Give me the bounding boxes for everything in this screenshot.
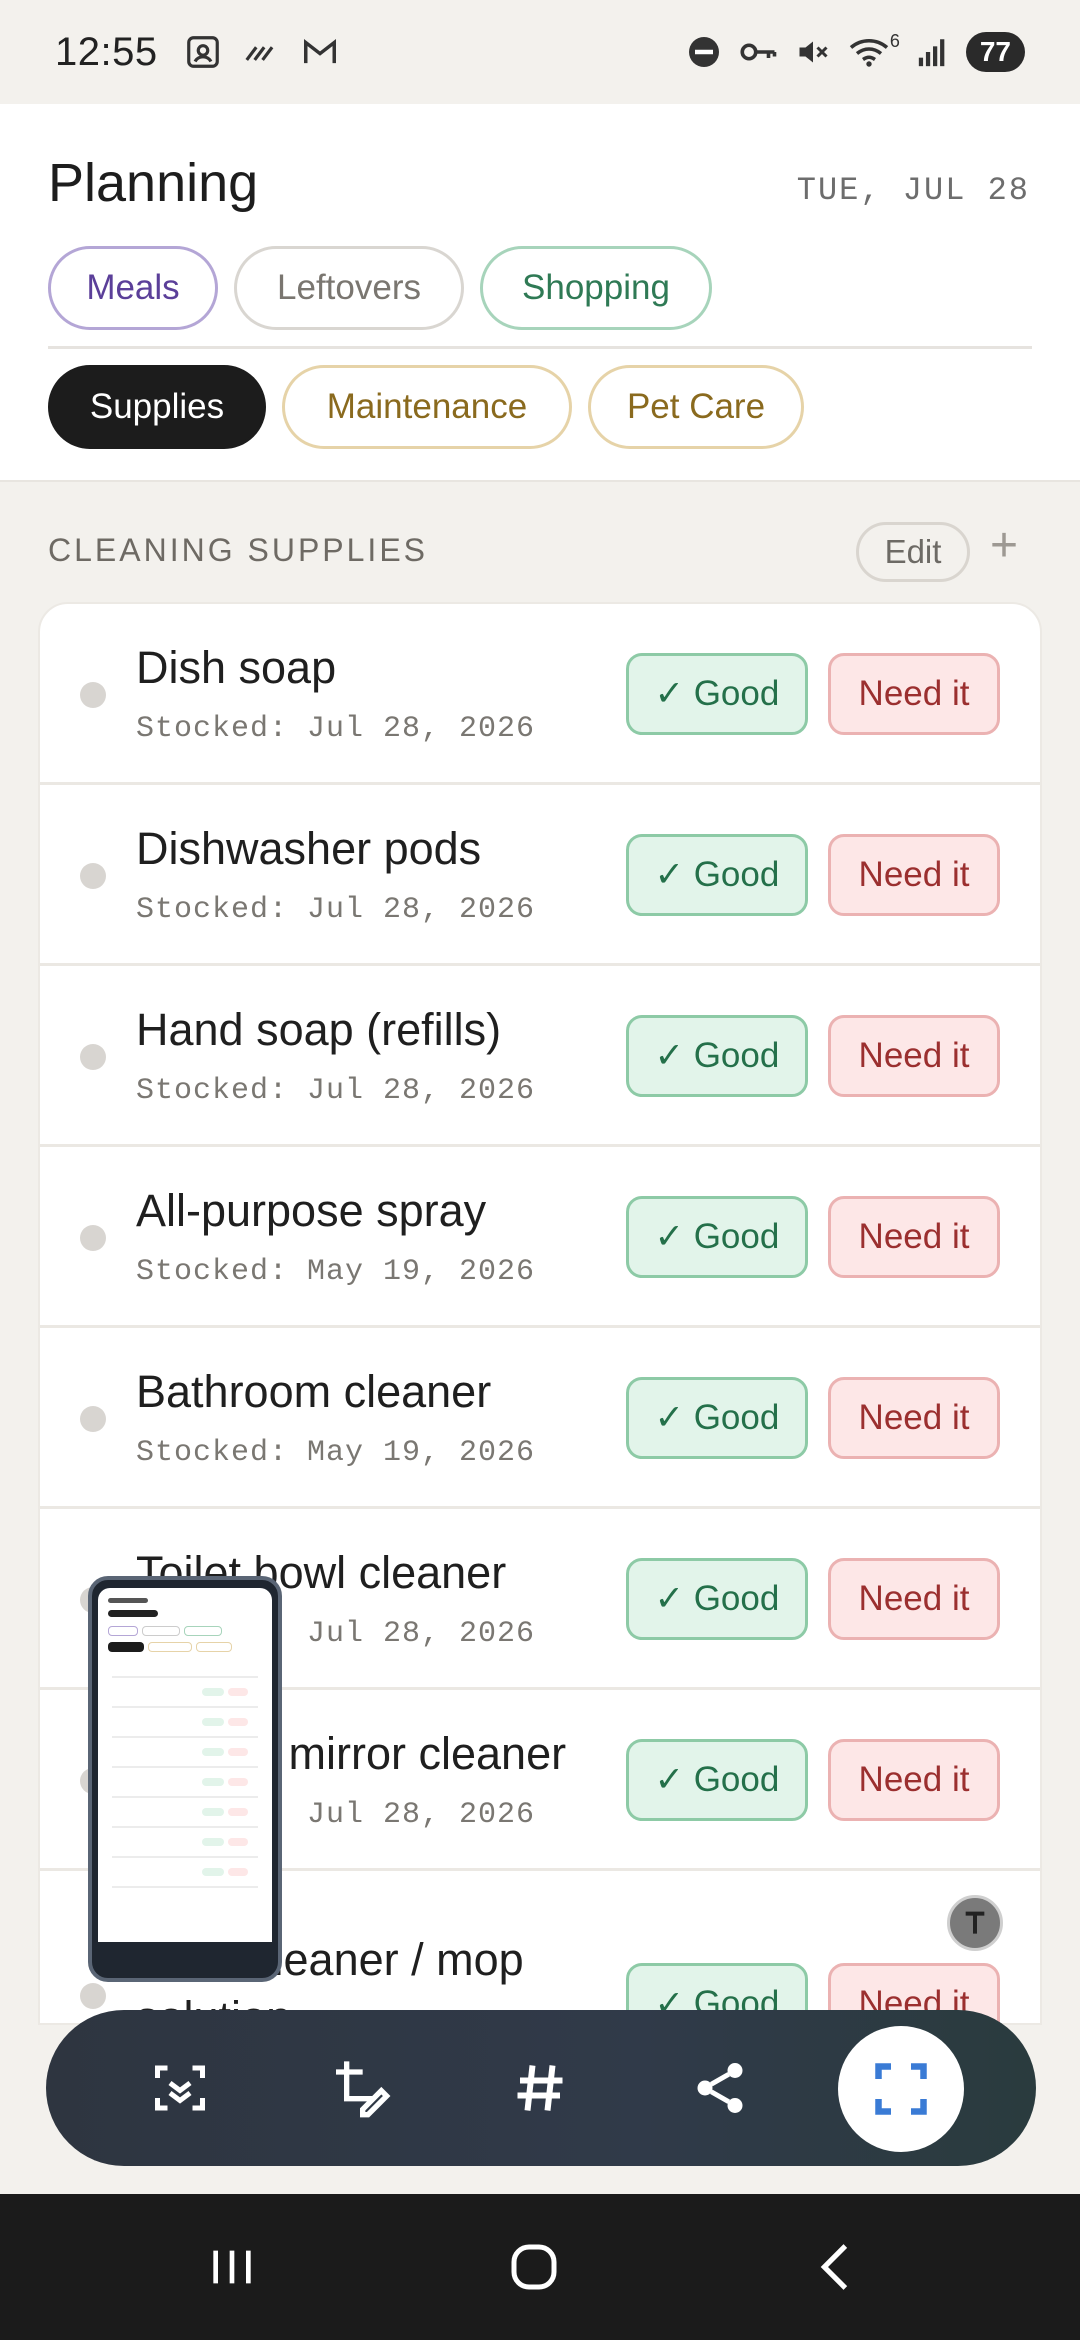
item-stocked-date: Stocked: May 19, 2026 (136, 1436, 536, 1470)
back-icon[interactable] (776, 2194, 896, 2340)
system-navigation-bar (0, 2194, 1080, 2340)
need-it-button[interactable]: Need it (828, 1196, 1000, 1278)
signal-slash-icon (242, 33, 280, 71)
item-stocked-date: Stocked: May 19, 2026 (136, 1255, 536, 1289)
need-it-button[interactable]: Need it (828, 1377, 1000, 1459)
list-item: All-purpose spray Stocked: May 19, 2026 … (40, 1147, 1040, 1328)
wifi-icon: 6 (848, 30, 900, 70)
item-stocked-date: Stocked: Jul 28, 2026 (136, 893, 536, 927)
thumbnail-preview (98, 1588, 272, 1972)
edit-button[interactable]: Edit (856, 522, 970, 582)
good-button[interactable]: ✓ Good (626, 653, 808, 735)
need-it-button[interactable]: Need it (828, 653, 1000, 735)
edit-screenshot-icon[interactable] (324, 2052, 396, 2124)
good-button[interactable]: ✓ Good (626, 1196, 808, 1278)
text-extract-button[interactable] (947, 1895, 1003, 1951)
gmail-icon (300, 33, 340, 71)
status-dot[interactable] (80, 1406, 106, 1432)
status-time: 12:55 (55, 29, 158, 74)
add-item-button[interactable]: + (990, 518, 1018, 573)
tab-divider (48, 346, 1032, 349)
status-dot[interactable] (80, 682, 106, 708)
item-name: Dish soap (136, 642, 337, 693)
need-it-button[interactable]: Need it (828, 1739, 1000, 1821)
vpn-key-icon (738, 34, 778, 70)
list-item: Dishwasher pods Stocked: Jul 28, 2026 ✓ … (40, 785, 1040, 966)
good-button[interactable]: ✓ Good (626, 1015, 808, 1097)
item-name: Bathroom cleaner (136, 1366, 492, 1417)
cell-signal-icon (916, 34, 950, 70)
tab-supplies[interactable]: Supplies (48, 365, 266, 449)
section-header: CLEANING SUPPLIES Edit + (0, 482, 1080, 602)
item-stocked-date: Stocked: Jul 28, 2026 (136, 1074, 536, 1108)
tab-meals[interactable]: Meals (48, 246, 218, 330)
status-dot[interactable] (80, 863, 106, 889)
capture-frame-icon[interactable] (838, 2026, 964, 2152)
page-title: Planning (48, 153, 259, 213)
item-name: Dishwasher pods (136, 823, 482, 874)
need-it-button[interactable]: Need it (828, 1015, 1000, 1097)
dnd-icon (686, 34, 722, 70)
recents-icon[interactable] (172, 2194, 292, 2340)
screenshot-thumbnail[interactable] (88, 1576, 282, 1982)
need-it-button[interactable]: Need it (828, 834, 1000, 916)
planning-header: Planning TUE, JUL 28 Meals Leftovers Sho… (0, 104, 1080, 482)
screenshot-toolbar (46, 2010, 1036, 2166)
good-button[interactable]: ✓ Good (626, 1377, 808, 1459)
list-item: Bathroom cleaner Stocked: May 19, 2026 ✓… (40, 1328, 1040, 1509)
good-button[interactable]: ✓ Good (626, 834, 808, 916)
tab-shopping[interactable]: Shopping (480, 246, 712, 330)
page-date: TUE, JUL 28 (796, 172, 1030, 209)
status-bar: 12:55 6 77 (0, 0, 1080, 104)
wifi-badge: 6 (889, 30, 900, 51)
tab-leftovers[interactable]: Leftovers (234, 246, 464, 330)
screenshot-icon (184, 33, 222, 71)
item-name: All-purpose spray (136, 1185, 487, 1236)
item-name: Hand soap (refills) (136, 1004, 502, 1055)
home-icon[interactable] (474, 2194, 594, 2340)
text-icon (965, 1911, 985, 1934)
status-dot[interactable] (80, 1044, 106, 1070)
item-stocked-date: Stocked: Jul 28, 2026 (136, 712, 536, 746)
good-button[interactable]: ✓ Good (626, 1558, 808, 1640)
status-dot[interactable] (80, 1225, 106, 1251)
status-dot[interactable] (80, 1983, 106, 2009)
good-button[interactable]: ✓ Good (626, 1739, 808, 1821)
tab-maintenance[interactable]: Maintenance (282, 365, 572, 449)
need-it-button[interactable]: Need it (828, 1558, 1000, 1640)
share-icon[interactable] (684, 2052, 756, 2124)
tab-pet-care[interactable]: Pet Care (588, 365, 804, 449)
list-item: Hand soap (refills) Stocked: Jul 28, 202… (40, 966, 1040, 1147)
hashtag-icon[interactable] (504, 2052, 576, 2124)
section-title: CLEANING SUPPLIES (48, 532, 428, 568)
mute-icon (794, 34, 832, 70)
list-item: Dish soap Stocked: Jul 28, 2026 ✓ Good N… (40, 604, 1040, 785)
battery-level: 77 (965, 32, 1025, 72)
scroll-capture-icon[interactable] (144, 2052, 216, 2124)
